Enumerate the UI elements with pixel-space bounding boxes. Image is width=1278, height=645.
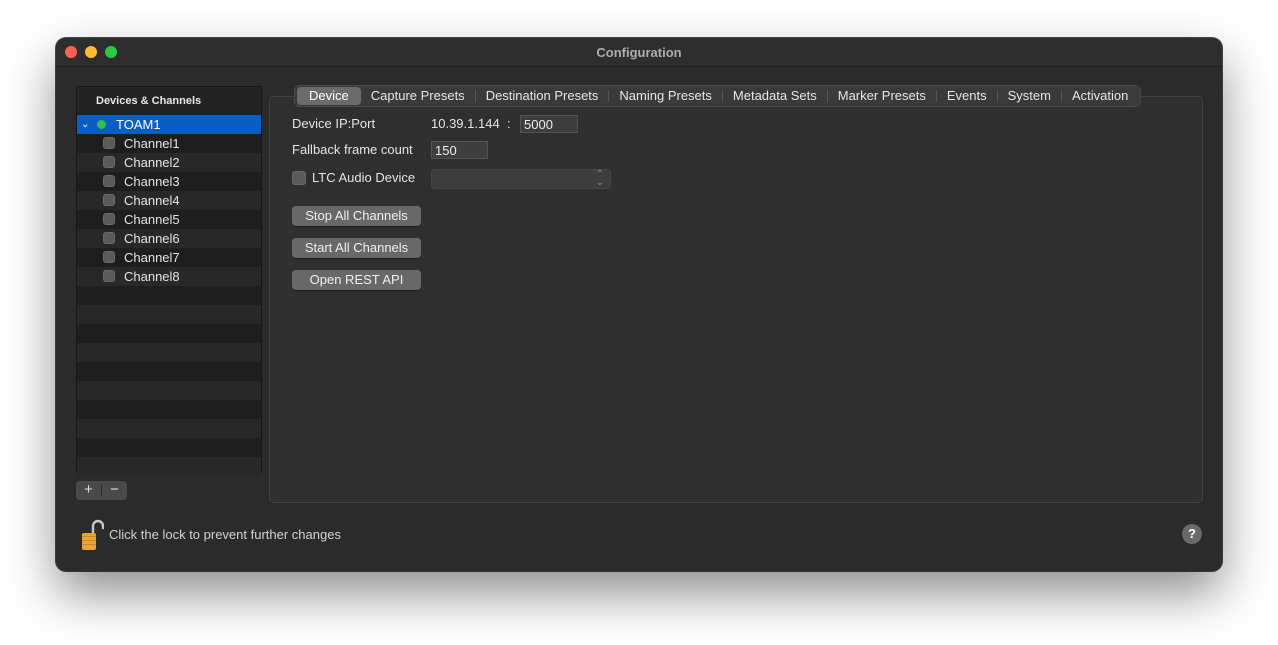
channel-checkbox[interactable] — [103, 270, 115, 282]
add-remove-control: + − — [76, 481, 127, 500]
empty-row — [77, 343, 261, 362]
tab-destination-presets[interactable]: Destination Presets — [476, 87, 609, 105]
channel-row[interactable]: Channel4 — [77, 191, 261, 210]
channel-checkbox[interactable] — [103, 251, 115, 263]
tab-marker-presets[interactable]: Marker Presets — [828, 87, 936, 105]
empty-row — [77, 324, 261, 343]
tab-events[interactable]: Events — [937, 87, 997, 105]
channel-row[interactable]: Channel1 — [77, 134, 261, 153]
window-title: Configuration — [596, 45, 682, 60]
port-input[interactable] — [520, 115, 578, 133]
channel-row[interactable]: Channel3 — [77, 172, 261, 191]
tab-capture-presets[interactable]: Capture Presets — [361, 87, 475, 105]
channel-label: Channel1 — [124, 136, 180, 151]
empty-row — [77, 286, 261, 305]
channel-checkbox[interactable] — [103, 175, 115, 187]
empty-row — [77, 362, 261, 381]
channel-label: Channel8 — [124, 269, 180, 284]
tab-activation[interactable]: Activation — [1062, 87, 1138, 105]
channel-label: Channel2 — [124, 155, 180, 170]
tab-device[interactable]: Device — [297, 87, 361, 105]
remove-device-button[interactable]: − — [102, 481, 127, 500]
tab-content-panel — [269, 96, 1203, 503]
channel-row[interactable]: Channel2 — [77, 153, 261, 172]
channel-checkbox[interactable] — [103, 156, 115, 168]
tab-naming-presets[interactable]: Naming Presets — [609, 87, 721, 105]
ltc-audio-checkbox[interactable] — [292, 171, 306, 185]
channel-label: Channel7 — [124, 250, 180, 265]
channel-row[interactable]: Channel7 — [77, 248, 261, 267]
channel-checkbox[interactable] — [103, 213, 115, 225]
title-bar: Configuration — [56, 38, 1222, 67]
status-dot-icon — [97, 120, 106, 129]
fallback-frame-count-input[interactable] — [431, 141, 488, 159]
channel-checkbox[interactable] — [103, 232, 115, 244]
channel-checkbox[interactable] — [103, 137, 115, 149]
add-device-button[interactable]: + — [76, 481, 101, 500]
tab-system[interactable]: System — [998, 87, 1061, 105]
device-ip-value: 10.39.1.144 — [431, 116, 500, 131]
fallback-frame-count-label: Fallback frame count — [292, 142, 413, 157]
devices-channels-list[interactable]: Devices & Channels ⌄ TOAM1 Channel1 Chan… — [76, 86, 262, 476]
channel-label: Channel5 — [124, 212, 180, 227]
channel-label: Channel3 — [124, 174, 180, 189]
ltc-audio-device-select[interactable]: ⌃ ⌄ — [431, 169, 611, 189]
chevron-down-icon[interactable]: ⌄ — [81, 115, 89, 134]
empty-row — [77, 438, 261, 457]
ip-port-separator: : — [507, 116, 511, 131]
empty-row — [77, 381, 261, 400]
device-ip-port-label: Device IP:Port — [292, 116, 376, 131]
channel-label: Channel4 — [124, 193, 180, 208]
device-label: TOAM1 — [116, 117, 161, 132]
devices-channels-header: Devices & Channels — [96, 95, 202, 107]
channel-row[interactable]: Channel8 — [77, 267, 261, 286]
channel-row[interactable]: Channel5 — [77, 210, 261, 229]
device-row-toam1[interactable]: ⌄ TOAM1 — [77, 115, 261, 134]
channel-row[interactable]: Channel6 — [77, 229, 261, 248]
channel-checkbox[interactable] — [103, 194, 115, 206]
ltc-audio-device-label: LTC Audio Device — [312, 170, 416, 185]
lock-message: Click the lock to prevent further change… — [109, 527, 341, 542]
start-all-channels-button[interactable]: Start All Channels — [292, 238, 421, 258]
empty-row — [77, 457, 261, 476]
stop-all-channels-button[interactable]: Stop All Channels — [292, 206, 421, 226]
help-button[interactable]: ? — [1182, 524, 1202, 544]
empty-row — [77, 419, 261, 438]
empty-row — [77, 305, 261, 324]
updown-chevron-icon: ⌃ ⌄ — [595, 169, 604, 188]
unlocked-lock-icon[interactable] — [82, 518, 104, 552]
tab-metadata-sets[interactable]: Metadata Sets — [723, 87, 827, 105]
open-rest-api-button[interactable]: Open REST API — [292, 270, 421, 290]
configuration-window: Configuration Devices & Channels ⌄ TOAM1… — [56, 38, 1222, 571]
channel-label: Channel6 — [124, 231, 180, 246]
empty-row — [77, 400, 261, 419]
tab-bar: Device Capture Presets Destination Prese… — [294, 85, 1142, 107]
